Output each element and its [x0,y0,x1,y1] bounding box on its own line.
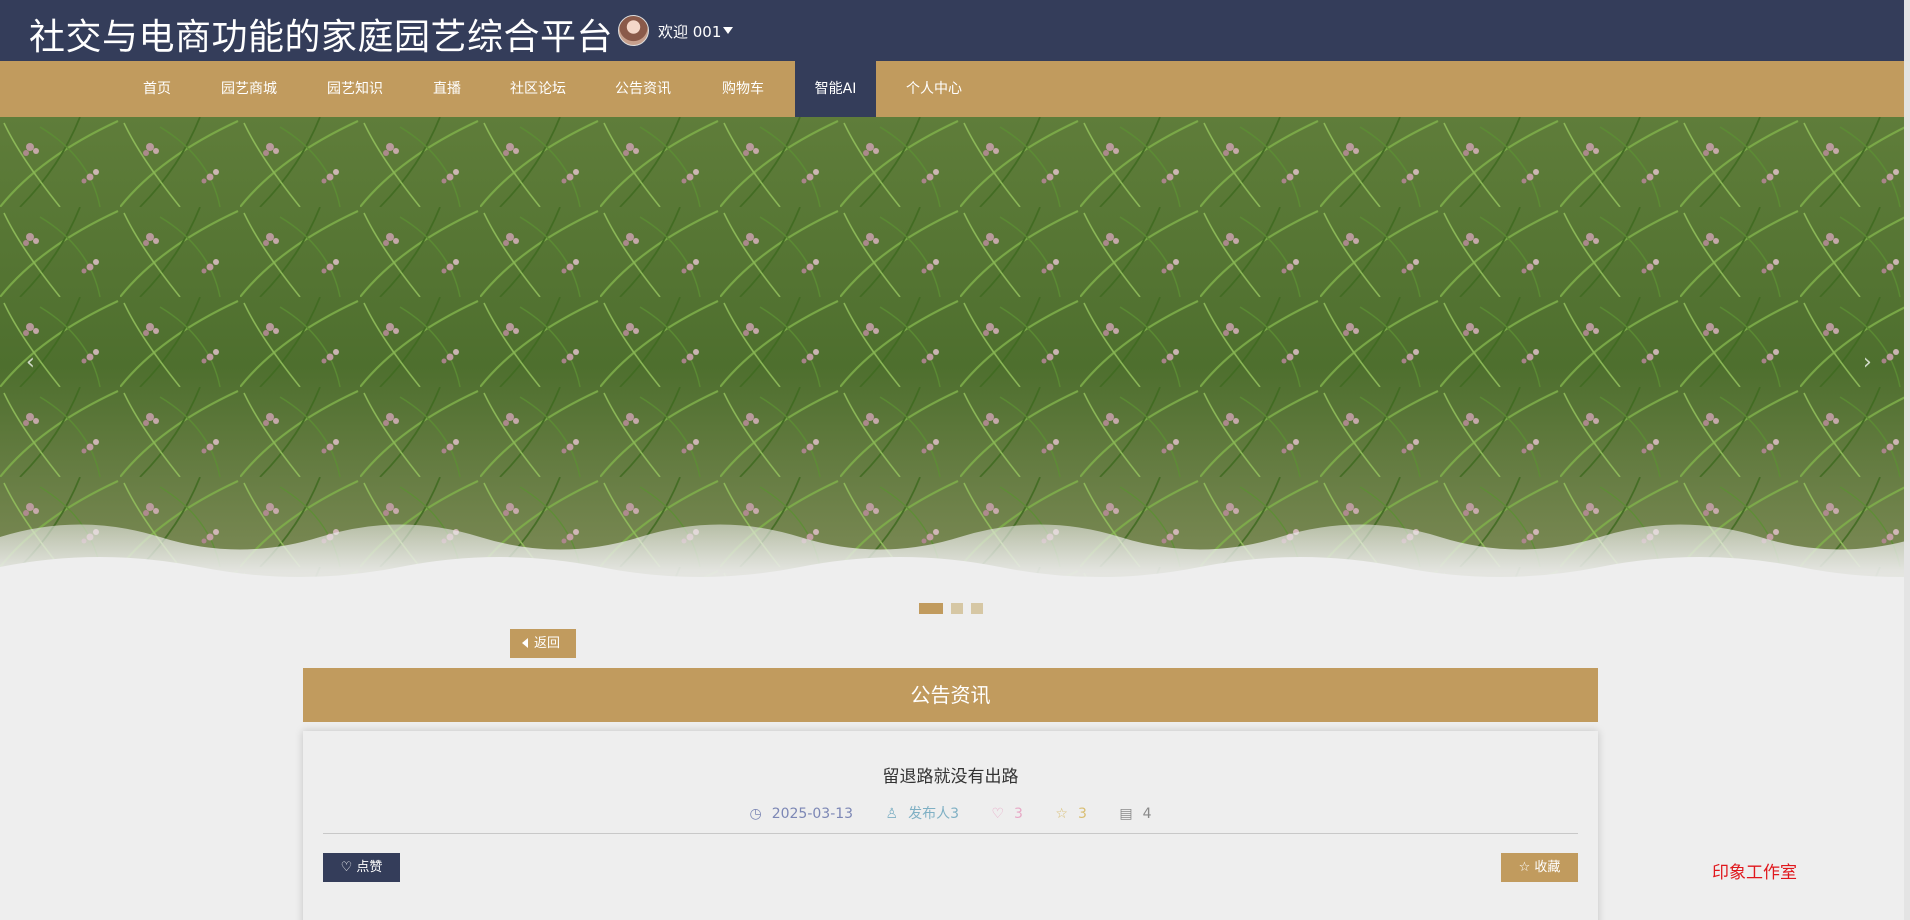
chevron-left-icon [522,638,528,648]
star-icon: ☆ [1055,806,1068,822]
heart-icon: ♡ [340,860,353,875]
nav-item-shop[interactable]: 园艺商城 [214,61,284,117]
main-nav: 首页 园艺商城 园艺知识 直播 社区论坛 公告资讯 购物车 智能AI 个人中心 [0,61,1910,117]
chevron-down-icon[interactable] [723,27,733,34]
nav-item-home[interactable]: 首页 [131,61,183,117]
divider [323,833,1578,834]
back-button[interactable]: 返回 [510,629,576,658]
comment-icon: ▤ [1119,806,1133,822]
like-button[interactable]: ♡ 点赞 [323,853,400,882]
back-button-label: 返回 [534,636,561,651]
thumbs-up-icon: ♡ [991,806,1005,822]
article-card: 留退路就没有出路 ◷ 2025-03-13 ♙ 发布人3 ♡ 3 ☆ 3 ▤ 4 ♡ 点赞… [303,731,1598,920]
scrollbar[interactable] [1904,0,1910,920]
meta-date: ◷ 2025-03-13 [742,806,860,822]
nav-item-news[interactable]: 公告资讯 [608,61,678,117]
nav-item-knowledge[interactable]: 园艺知识 [320,61,390,117]
carousel-dot-3[interactable] [971,603,983,614]
favorites-value: 3 [1077,806,1087,822]
meta-comments: ▤ 4 [1112,806,1158,822]
carousel-dot-1[interactable] [919,603,943,614]
article-title: 留退路就没有出路 [882,767,1019,787]
article-meta: ◷ 2025-03-13 ♙ 发布人3 ♡ 3 ☆ 3 ▤ 4 [303,803,1598,823]
likes-value: 3 [1014,806,1023,822]
date-value: 2025-03-13 [771,806,854,822]
nav-item-live[interactable]: 直播 [425,61,469,117]
favorite-button-label: 收藏 [1534,860,1561,875]
meta-author: ♙ 发布人3 [879,806,966,822]
clock-icon: ◷ [749,806,762,822]
section-title: 公告资讯 [303,668,1598,722]
meta-favorites: ☆ 3 [1048,806,1093,822]
comments-value: 4 [1142,806,1152,822]
banner-carousel[interactable]: ‹ › [0,117,1910,617]
nav-item-cart[interactable]: 购物车 [713,61,773,117]
site-title: 社交与电商功能的家庭园艺综合平台 [29,17,614,58]
carousel-next-arrow[interactable]: › [1863,350,1872,375]
nav-item-ai[interactable]: 智能AI [795,61,876,117]
welcome-text[interactable]: 欢迎 001 [658,21,721,42]
carousel-dot-2[interactable] [951,603,963,614]
carousel-prev-arrow[interactable]: ‹ [26,350,35,375]
studio-label: 印象工作室 [1712,863,1797,883]
like-button-label: 点赞 [356,860,383,875]
favorite-button[interactable]: ☆ 收藏 [1501,853,1578,882]
user-icon: ♙ [885,806,899,822]
banner-image [0,117,1910,617]
nav-item-forum[interactable]: 社区论坛 [503,61,573,117]
header-bar: 社交与电商功能的家庭园艺综合平台 欢迎 001 [0,0,1910,61]
author-value: 发布人3 [908,806,960,822]
user-avatar[interactable] [618,15,649,46]
star-icon: ☆ [1518,860,1531,875]
nav-item-profile[interactable]: 个人中心 [899,61,969,117]
meta-likes: ♡ 3 [984,806,1029,822]
